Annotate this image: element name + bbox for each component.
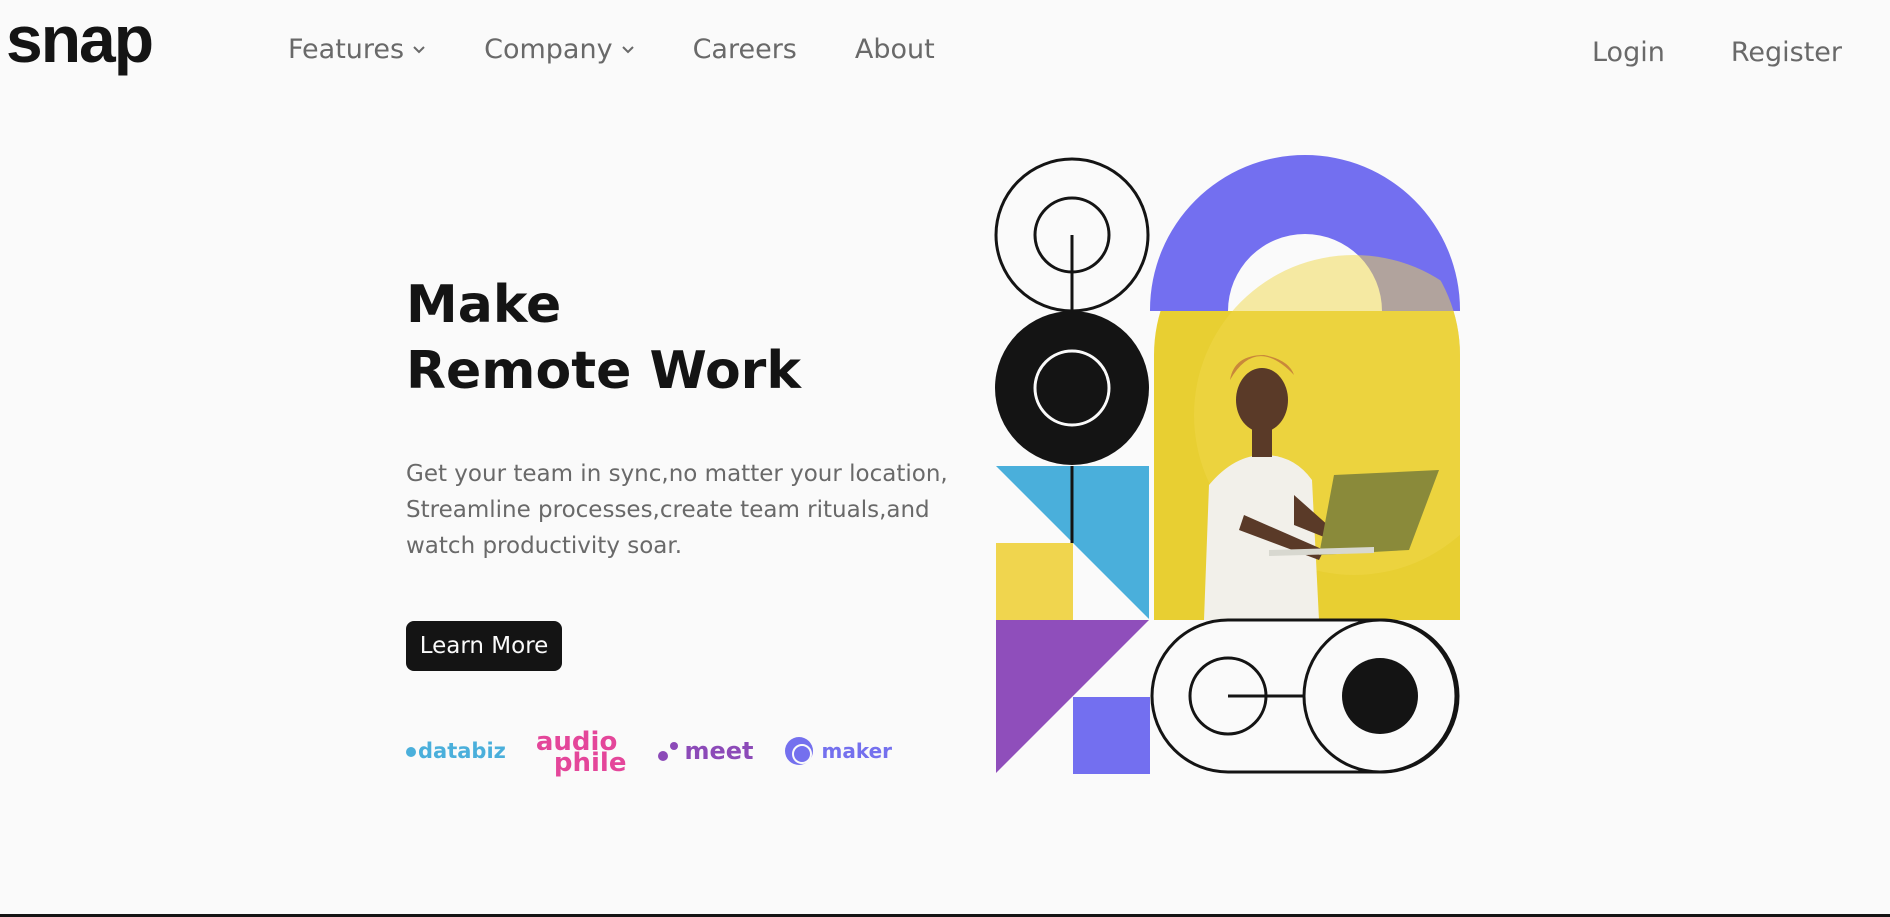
hero-description-line-1: Get your team in sync,no matter your loc… [406,461,948,487]
hero-description-line-2: Streamline processes,create team rituals… [406,497,930,523]
black-circle-shape [995,311,1149,465]
nav-item-about[interactable]: About [855,34,935,65]
auth-links: Login Register [1526,37,1842,68]
chevron-down-icon [621,45,634,53]
nav-item-label: About [854,34,935,65]
meet-dots-icon [658,742,679,761]
snap-logo[interactable]: snap [6,6,154,72]
databiz-dot-icon [406,747,416,757]
hero-description: Get your team in sync,no matter your loc… [406,456,966,564]
nav-item-label: Careers [692,34,797,65]
client-name-databiz: databiz [418,739,506,763]
nav-item-company[interactable]: Company [484,34,634,65]
client-logos: databiz audio phile meet maker [406,728,922,778]
client-logo-databiz: databiz [406,739,506,763]
client-logo-meet: meet [656,737,754,765]
main-nav: Features Company Careers About [288,34,993,65]
hero-title-line-2: Remote Work [406,341,801,401]
nav-item-features[interactable]: Features [288,34,426,65]
outline-circle-shape [994,157,1150,313]
yellow-square-shape [996,543,1073,620]
chevron-down-icon [413,45,425,53]
client-logo-maker: maker [784,736,893,766]
hero-title: Make Remote Work [406,272,801,404]
purple-square-shape [1073,697,1150,774]
learn-more-button[interactable]: Learn More [406,621,562,671]
client-logo-audiophile: audio phile [536,729,627,778]
hero-illustration [994,155,1460,774]
client-name-maker: maker [821,739,893,763]
nav-item-label: Company [484,34,613,65]
pill-toggle-shape [1150,618,1460,774]
client-name-audiophile-line-2: phile [553,748,627,778]
maker-circle-icon [784,737,813,765]
login-link[interactable]: Login [1592,37,1665,68]
register-link[interactable]: Register [1731,37,1842,68]
client-name-meet: meet [684,737,754,765]
hero-description-line-3: watch productivity soar. [406,533,683,559]
nav-item-label: Features [288,34,405,65]
nav-item-careers[interactable]: Careers [693,34,797,65]
hero-title-line-1: Make [406,275,562,335]
